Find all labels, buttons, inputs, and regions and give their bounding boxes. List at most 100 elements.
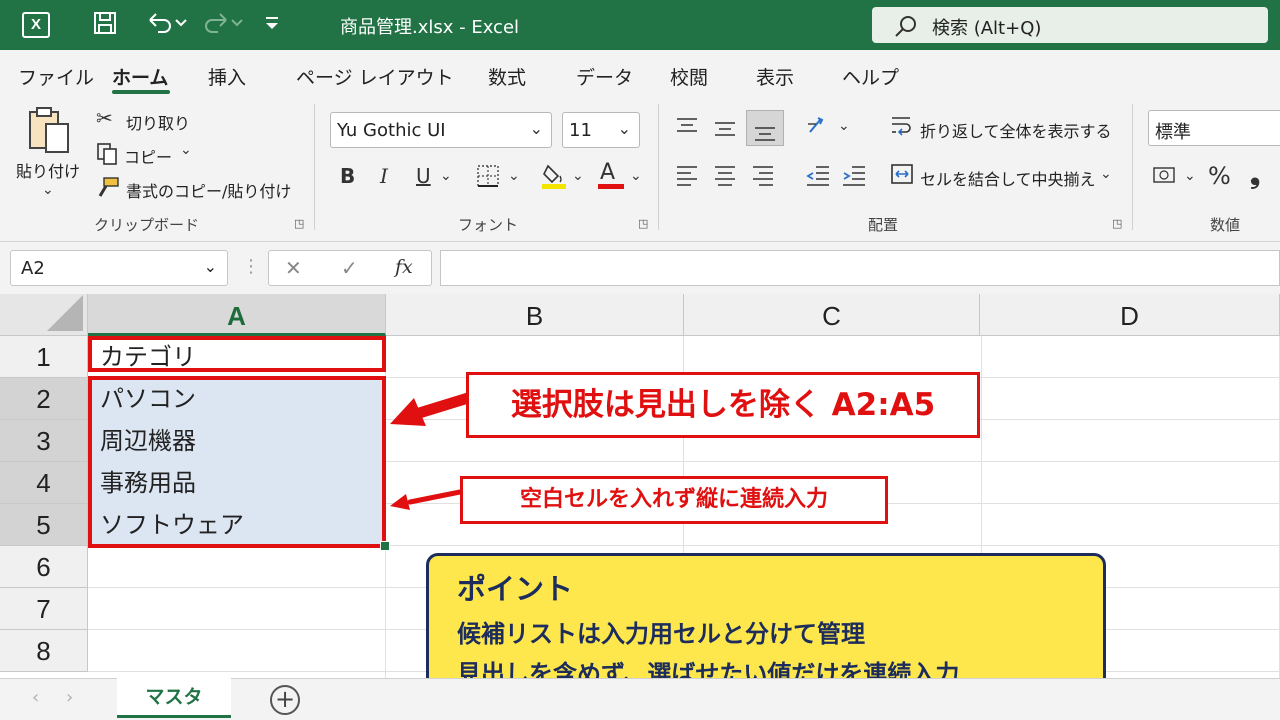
insert-function-button[interactable]: fx (395, 256, 413, 278)
fill-color-dropdown-icon[interactable]: ⌄ (572, 168, 584, 184)
search-placeholder: 検索 (Alt+Q) (932, 18, 1042, 39)
borders-dropdown-icon[interactable]: ⌄ (508, 168, 520, 184)
formula-bar-grip-icon[interactable]: ⋮ (242, 256, 260, 277)
align-top-icon[interactable] (676, 116, 698, 140)
merge-center-icon (890, 162, 914, 190)
alignment-group-label: 配置 (868, 216, 899, 234)
merge-dropdown-icon[interactable]: ⌄ (1100, 166, 1112, 182)
cut-button[interactable]: 切り取り (126, 110, 190, 134)
column-header-b[interactable]: B (386, 294, 684, 336)
row-header-4[interactable]: 4 (0, 462, 88, 504)
column-header-a[interactable]: A (88, 294, 386, 336)
chevron-down-icon: ⌄ (617, 119, 631, 138)
align-middle-icon[interactable] (714, 118, 736, 142)
ribbon-home: 貼り付け ⌄ ✂ 切り取り コピー ⌄ 書式のコピー/貼り付け クリップボード … (0, 96, 1280, 242)
font-color-swatch (598, 184, 624, 189)
italic-button[interactable]: I (380, 166, 388, 186)
alignment-launcher-icon[interactable]: ◳ (1112, 217, 1122, 230)
tab-data[interactable]: データ (576, 63, 633, 90)
column-header-d[interactable]: D (980, 294, 1280, 336)
formula-bar: A2 ⌄ ⋮ ✕ ✓ fx (0, 242, 1280, 294)
paste-button[interactable]: 貼り付け (16, 158, 80, 182)
point-title: ポイント (457, 572, 574, 606)
paste-dropdown-icon[interactable]: ⌄ (42, 182, 54, 198)
clipboard-group-label: クリップボード (94, 216, 200, 234)
arrow-to-range-icon (390, 392, 474, 426)
next-sheet-icon[interactable]: › (66, 687, 73, 708)
font-launcher-icon[interactable]: ◳ (638, 217, 648, 230)
customize-quick-access-icon[interactable] (262, 10, 282, 40)
tab-view[interactable]: 表示 (756, 63, 794, 90)
chevron-down-icon: ⌄ (203, 257, 217, 276)
save-icon[interactable] (92, 10, 118, 40)
fill-handle[interactable] (380, 541, 390, 551)
orientation-icon[interactable] (806, 114, 832, 142)
paste-icon[interactable] (26, 106, 76, 154)
increase-indent-icon[interactable] (842, 164, 866, 190)
underline-dropdown-icon[interactable]: ⌄ (440, 168, 452, 184)
row-header-2[interactable]: 2 (0, 378, 88, 420)
orientation-dropdown-icon[interactable]: ⌄ (838, 118, 850, 134)
font-size-dropdown[interactable]: 11 ⌄ (562, 112, 640, 148)
row-header-5[interactable]: 5 (0, 504, 88, 546)
formula-input[interactable] (440, 250, 1280, 286)
cancel-icon[interactable]: ✕ (285, 256, 302, 280)
tab-insert[interactable]: 挿入 (208, 63, 246, 90)
name-box-value: A2 (21, 258, 45, 279)
merge-center-button[interactable]: セルを結合して中央揃え (920, 166, 1096, 190)
add-sheet-button[interactable]: + (270, 685, 300, 715)
number-format-value: 標準 (1155, 122, 1191, 143)
format-painter-icon (96, 176, 120, 204)
font-color-dropdown-icon[interactable]: ⌄ (630, 168, 642, 184)
format-painter-button[interactable]: 書式のコピー/貼り付け (126, 178, 291, 202)
tab-help[interactable]: ヘルプ (842, 63, 899, 90)
align-bottom-button-active[interactable] (746, 110, 784, 146)
ribbon-separator (314, 104, 315, 230)
search-box[interactable]: 検索 (Alt+Q) (872, 7, 1268, 43)
chevron-down-icon: ⌄ (529, 119, 543, 138)
accounting-dropdown-icon[interactable]: ⌄ (1184, 168, 1196, 184)
align-left-icon[interactable] (676, 164, 698, 190)
tab-home[interactable]: ホーム (112, 63, 168, 90)
wrap-text-icon (890, 114, 914, 142)
row-header-3[interactable]: 3 (0, 420, 88, 462)
row-header-7[interactable]: 7 (0, 588, 88, 630)
copy-dropdown-icon[interactable]: ⌄ (180, 142, 192, 158)
active-tab-indicator (112, 90, 170, 94)
column-header-c[interactable]: C (684, 294, 980, 336)
title-bar: X 商品管理.xlsx - Excel 検索 (Alt+Q) (0, 0, 1280, 50)
tab-page-layout[interactable]: ページ レイアウト (296, 63, 454, 90)
font-name-dropdown[interactable]: Yu Gothic UI ⌄ (330, 112, 552, 148)
fill-color-icon[interactable] (540, 162, 568, 194)
borders-icon[interactable] (476, 164, 500, 192)
select-all-button[interactable] (0, 294, 88, 336)
bold-button[interactable]: B (340, 166, 355, 186)
row-header-8[interactable]: 8 (0, 630, 88, 672)
underline-button[interactable]: U (416, 166, 431, 186)
align-right-icon[interactable] (752, 164, 774, 190)
wrap-text-button[interactable]: 折り返して全体を表示する (920, 118, 1112, 142)
align-center-icon[interactable] (714, 164, 736, 190)
number-format-dropdown[interactable]: 標準 (1148, 110, 1280, 146)
copy-icon (96, 142, 118, 170)
comma-style-button[interactable]: ❟ (1250, 162, 1260, 188)
tab-review[interactable]: 校閲 (670, 63, 708, 90)
name-box[interactable]: A2 ⌄ (10, 250, 228, 286)
enter-icon[interactable]: ✓ (341, 256, 358, 280)
copy-button[interactable]: コピー (124, 144, 172, 168)
row-header-1[interactable]: 1 (0, 336, 88, 378)
row-header-6[interactable]: 6 (0, 546, 88, 588)
accounting-format-icon[interactable] (1152, 164, 1178, 190)
decrease-indent-icon[interactable] (806, 164, 830, 190)
sheet-tab-master[interactable]: マスタ (117, 678, 231, 718)
tab-file[interactable]: ファイル (18, 63, 94, 90)
window-title: 商品管理.xlsx - Excel (340, 17, 520, 38)
undo-icon[interactable] (144, 10, 188, 40)
tab-formulas[interactable]: 数式 (488, 63, 526, 90)
ribbon-tabs: ファイル ホーム 挿入 ページ レイアウト 数式 データ 校閲 表示 ヘルプ (0, 50, 1280, 96)
redo-icon[interactable] (200, 10, 244, 40)
font-color-button[interactable]: A (600, 162, 615, 184)
clipboard-launcher-icon[interactable]: ◳ (294, 217, 304, 230)
prev-sheet-icon[interactable]: ‹ (32, 687, 39, 708)
percent-style-button[interactable]: % (1208, 164, 1231, 188)
